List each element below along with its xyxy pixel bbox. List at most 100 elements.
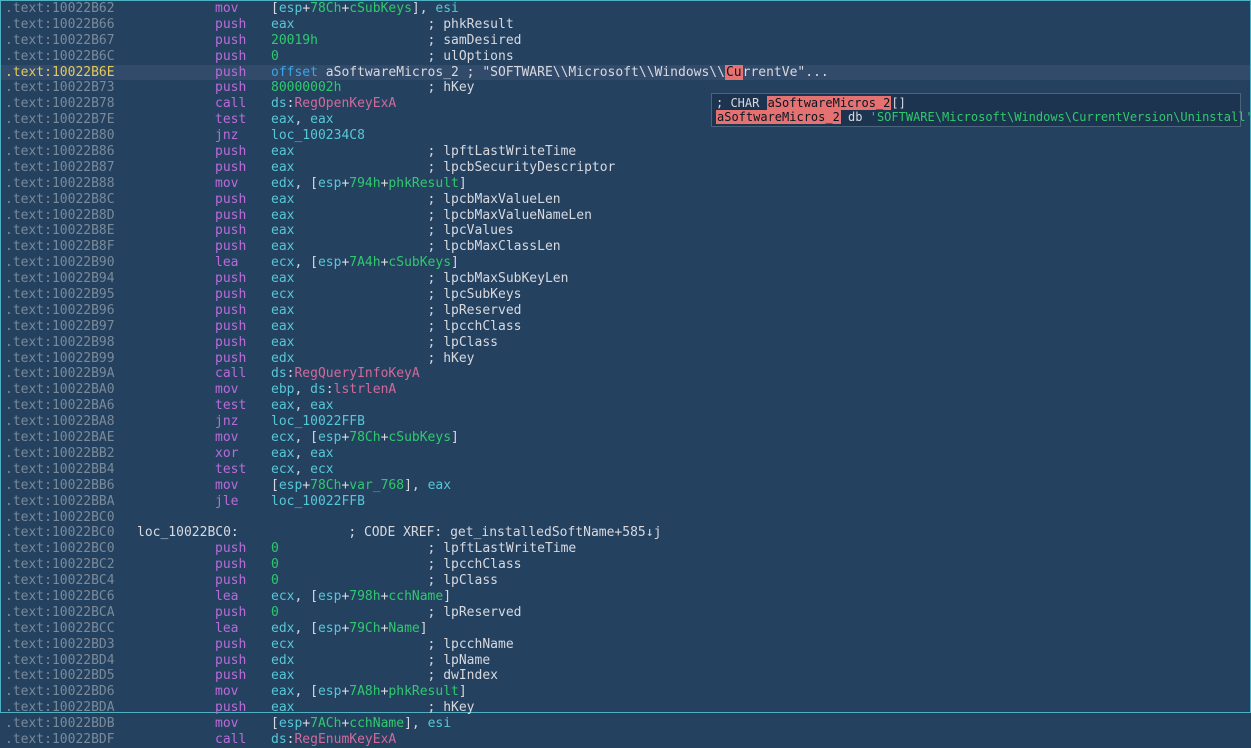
asm-line[interactable]: .text:10022B8Dpusheax ; lpcbMaxValueName…: [1, 208, 1250, 224]
asm-line[interactable]: .text:10022B66pusheax ; phkResult: [1, 17, 1250, 33]
address: .text:10022B8C: [5, 192, 215, 208]
operand: cchName: [388, 589, 443, 605]
asm-line[interactable]: .text:10022BD6moveax, [esp+7A8h+phkResul…: [1, 684, 1250, 700]
asm-line[interactable]: .text:10022B6Epushoffset aSoftwareMicros…: [1, 65, 1250, 81]
mnemonic: test: [215, 398, 271, 414]
operand: :: [287, 96, 295, 112]
asm-line[interactable]: .text:10022BDFcallds:RegEnumKeyExA: [1, 732, 1250, 748]
asm-line[interactable]: .text:10022BA6testeax, eax: [1, 398, 1250, 414]
asm-line[interactable]: .text:10022B98pusheax ; lpClass: [1, 335, 1250, 351]
address: .text:10022B96: [5, 303, 215, 319]
address: .text:10022B88: [5, 176, 215, 192]
mnemonic: push: [215, 605, 271, 621]
asm-line[interactable]: .text:10022BC0push0 ; lpftLastWriteTime: [1, 541, 1250, 557]
asm-line[interactable]: .text:10022BBAjleloc_10022FFB: [1, 494, 1250, 510]
mnemonic: call: [215, 96, 271, 112]
mnemonic: push: [215, 208, 271, 224]
operand: +: [341, 430, 349, 446]
operand: , [: [294, 589, 317, 605]
address: .text:10022BCA: [5, 605, 215, 621]
operand: esp: [318, 621, 341, 637]
address: .text:10022B99: [5, 351, 215, 367]
operand: ]: [451, 430, 459, 446]
mnemonic: mov: [215, 684, 271, 700]
asm-line[interactable]: .text:10022B95pushecx ; lpcSubKeys: [1, 287, 1250, 303]
asm-line[interactable]: .text:10022B88movedx, [esp+794h+phkResul…: [1, 176, 1250, 192]
asm-line[interactable]: .text:10022B80jnzloc_100234C8: [1, 128, 1250, 144]
operand: +: [381, 176, 389, 192]
comment: ; hKey: [428, 80, 475, 96]
asm-line[interactable]: .text:10022BA0movebp, ds:lstrlenA: [1, 382, 1250, 398]
asm-line[interactable]: .text:10022BC0loc_10022BC0: ; CODE XREF:…: [1, 525, 1250, 541]
operand: eax: [428, 478, 451, 494]
address: .text:10022B67: [5, 33, 215, 49]
operand: Name: [388, 621, 419, 637]
operand: eax: [271, 398, 294, 414]
mnemonic: push: [215, 351, 271, 367]
asm-line[interactable]: .text:10022BB6mov[esp+78Ch+var_768], eax: [1, 478, 1250, 494]
asm-line[interactable]: .text:10022BB2xoreax, eax: [1, 446, 1250, 462]
asm-line[interactable]: .text:10022BDApusheax ; hKey: [1, 700, 1250, 716]
operand: , [: [294, 621, 317, 637]
address: .text:10022B6E: [5, 65, 215, 81]
operand: [: [271, 478, 279, 494]
asm-line[interactable]: .text:10022BD5pusheax ; dwIndex: [1, 668, 1250, 684]
operand: var_768: [349, 478, 404, 494]
address: .text:10022B97: [5, 319, 215, 335]
asm-line[interactable]: .text:10022BA8jnzloc_10022FFB: [1, 414, 1250, 430]
mnemonic: mov: [215, 1, 271, 17]
operand: eax: [271, 17, 294, 33]
mnemonic: lea: [215, 621, 271, 637]
operand: 0: [271, 541, 279, 557]
asm-line[interactable]: .text:10022B8Cpusheax ; lpcbMaxValueLen: [1, 192, 1250, 208]
asm-line[interactable]: .text:10022B86pusheax ; lpftLastWriteTim…: [1, 144, 1250, 160]
mnemonic: call: [215, 366, 271, 382]
address: .text:10022B78: [5, 96, 215, 112]
operand: +: [381, 621, 389, 637]
mnemonic: push: [215, 239, 271, 255]
address: .text:10022BD6: [5, 684, 215, 700]
asm-line[interactable]: .text:10022BAEmovecx, [esp+78Ch+cSubKeys…: [1, 430, 1250, 446]
mnemonic: push: [215, 541, 271, 557]
asm-line[interactable]: .text:10022B8Fpusheax ; lpcbMaxClassLen: [1, 239, 1250, 255]
asm-line[interactable]: .text:10022B90leaecx, [esp+7A4h+cSubKeys…: [1, 255, 1250, 271]
address: .text:10022B98: [5, 335, 215, 351]
comment: ; lpName: [428, 653, 491, 669]
address: .text:10022BA6: [5, 398, 215, 414]
operand: edx: [271, 351, 294, 367]
asm-line[interactable]: .text:10022BD3pushecx ; lpcchName: [1, 637, 1250, 653]
operand: ecx: [271, 637, 294, 653]
asm-line[interactable]: .text:10022BB4testecx, ecx: [1, 462, 1250, 478]
mnemonic: mov: [215, 716, 271, 732]
asm-line[interactable]: .text:10022B99pushedx ; hKey: [1, 351, 1250, 367]
operand: ]: [459, 176, 467, 192]
operand: 794h: [349, 176, 380, 192]
asm-line[interactable]: .text:10022B62mov[esp+78Ch+cSubKeys], es…: [1, 1, 1250, 17]
operand: +: [381, 684, 389, 700]
asm-line[interactable]: .text:10022B8Epusheax ; lpcValues: [1, 223, 1250, 239]
asm-line[interactable]: .text:10022BC2push0 ; lpcchClass: [1, 557, 1250, 573]
asm-line[interactable]: .text:10022B96pusheax ; lpReserved: [1, 303, 1250, 319]
asm-line[interactable]: .text:10022B6Cpush0 ; ulOptions: [1, 49, 1250, 65]
operand: eax: [271, 192, 294, 208]
asm-line[interactable]: .text:10022B67push20019h ; samDesired: [1, 33, 1250, 49]
asm-line[interactable]: .text:10022BCApush0 ; lpReserved: [1, 605, 1250, 621]
asm-line[interactable]: .text:10022BDBmov[esp+7ACh+cchName], esi: [1, 716, 1250, 732]
asm-line[interactable]: .text:10022BC0: [1, 510, 1250, 526]
comment: ; lpReserved: [428, 605, 522, 621]
address: .text:10022BBA: [5, 494, 215, 510]
operand: ecx: [310, 462, 333, 478]
asm-line[interactable]: .text:10022BC6leaecx, [esp+798h+cchName]: [1, 589, 1250, 605]
operand: +: [341, 176, 349, 192]
operand: :: [287, 366, 295, 382]
comment: ; lpcbMaxValueNameLen: [428, 208, 592, 224]
comment: ; lpClass: [428, 573, 498, 589]
operand: ]: [443, 589, 451, 605]
asm-line[interactable]: .text:10022B9Acallds:RegQueryInfoKeyA: [1, 366, 1250, 382]
asm-line[interactable]: .text:10022B97pusheax ; lpcchClass: [1, 319, 1250, 335]
asm-line[interactable]: .text:10022BC4push0 ; lpClass: [1, 573, 1250, 589]
asm-line[interactable]: .text:10022BD4pushedx ; lpName: [1, 653, 1250, 669]
asm-line[interactable]: .text:10022B87pusheax ; lpcbSecurityDesc…: [1, 160, 1250, 176]
asm-line[interactable]: .text:10022B94pusheax ; lpcbMaxSubKeyLen: [1, 271, 1250, 287]
asm-line[interactable]: .text:10022BCCleaedx, [esp+79Ch+Name]: [1, 621, 1250, 637]
